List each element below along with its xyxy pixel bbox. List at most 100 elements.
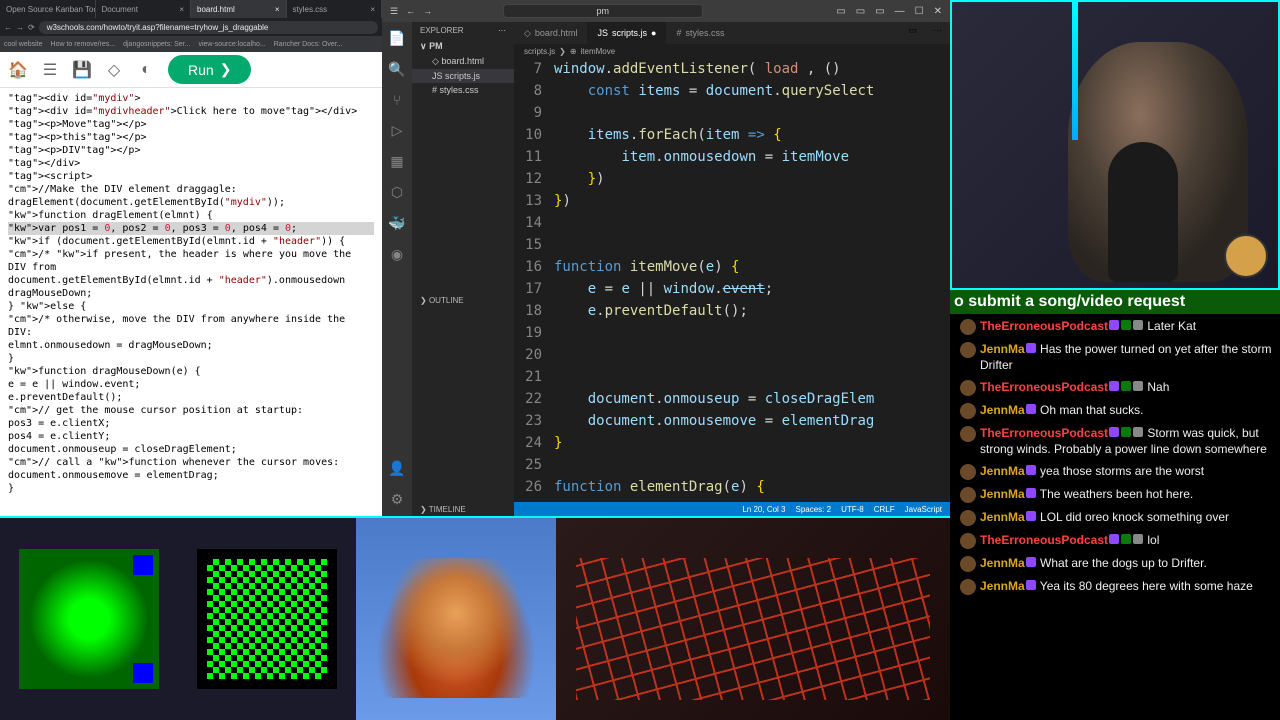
bookmark[interactable]: djangosnippets: Ser... xyxy=(123,41,190,48)
folder-root[interactable]: ∨ PM xyxy=(412,39,514,54)
editor-tab[interactable]: JS scripts.js ● xyxy=(587,22,666,44)
editor-tab[interactable]: # styles.css xyxy=(666,22,734,44)
extensions-icon[interactable]: ▦ xyxy=(390,153,403,170)
command-palette[interactable]: pm xyxy=(503,4,703,18)
layout-icon[interactable]: ▭ xyxy=(875,6,884,17)
avatar-badge xyxy=(1224,234,1268,278)
chat-username[interactable]: JennMa xyxy=(980,487,1025,501)
browser-tab[interactable]: styles.css× xyxy=(287,0,383,18)
remote-icon[interactable]: ⬡ xyxy=(391,184,403,201)
chat-text: Later Kat xyxy=(1144,319,1196,333)
theme-icon[interactable]: ◐ xyxy=(136,60,156,80)
cursor-position[interactable]: Ln 20, Col 3 xyxy=(742,505,785,514)
overlay-bottom xyxy=(0,516,950,720)
explorer-icon[interactable]: 📄 xyxy=(388,30,405,47)
editor-group: ◇ board.html JS scripts.js ● # styles.cs… xyxy=(514,22,950,516)
chat-username[interactable]: JennMa xyxy=(980,510,1025,524)
close-icon[interactable]: × xyxy=(275,5,280,14)
outline-section[interactable]: ❯ OUTLINE xyxy=(412,294,514,307)
back-icon[interactable]: ← xyxy=(4,23,12,32)
url-input[interactable]: w3schools.com/howto/tryit.asp?filename=t… xyxy=(39,21,378,34)
testing-icon[interactable]: ◉ xyxy=(391,246,403,263)
chat-username[interactable]: TheErroneousPodcast xyxy=(980,380,1108,394)
layout-icon[interactable]: ▭ xyxy=(856,6,865,17)
more-icon[interactable]: ⋯ xyxy=(498,26,506,35)
docker-icon[interactable]: 🐳 xyxy=(388,215,405,232)
save-icon[interactable]: 💾 xyxy=(72,60,92,80)
rotate-icon[interactable]: ◇ xyxy=(104,60,124,80)
chat-username[interactable]: JennMa xyxy=(980,464,1025,478)
chat-message: JennMa yea those storms are the worst xyxy=(960,463,1280,480)
code-content[interactable]: window.addEventListener( load , () const… xyxy=(554,58,950,502)
bookmark[interactable]: How to remove/res... xyxy=(51,41,116,48)
chat-message: TheErroneousPodcast Nah xyxy=(960,379,1280,396)
nav-back-icon[interactable]: ← xyxy=(406,6,415,16)
chat-username[interactable]: JennMa xyxy=(980,579,1025,593)
minimize-icon[interactable]: — xyxy=(895,6,905,17)
chat-username[interactable]: JennMa xyxy=(980,556,1025,570)
bookmark[interactable]: cool website xyxy=(4,41,43,48)
menu-icon[interactable]: ☰ xyxy=(40,60,60,80)
account-icon[interactable]: 👤 xyxy=(388,460,405,477)
chat-text: lol xyxy=(1144,533,1159,547)
chat-avatar xyxy=(960,426,976,442)
chat-avatar xyxy=(960,579,976,595)
home-icon[interactable]: 🏠 xyxy=(8,60,28,80)
browser-tab[interactable]: Document× xyxy=(96,0,192,18)
breadcrumb[interactable]: scripts.js ❯ ⊕ itemMove xyxy=(514,44,950,58)
code-editor[interactable]: 7891011121314151617181920212223242526 wi… xyxy=(514,58,950,502)
vscode-menu-icon[interactable]: ☰ xyxy=(390,6,398,17)
split-icon[interactable]: ▭ xyxy=(900,22,925,44)
forward-icon[interactable]: → xyxy=(16,23,24,32)
explorer-heading: EXPLORER⋯ xyxy=(412,22,514,39)
nav-fwd-icon[interactable]: → xyxy=(423,6,432,16)
qr-panel-1 xyxy=(0,518,178,720)
browser-tab[interactable]: Open Source Kanban Too× xyxy=(0,0,96,18)
timeline-section[interactable]: ❯ TIMELINE xyxy=(412,503,514,516)
badge-icon xyxy=(1026,557,1036,567)
maximize-icon[interactable]: ☐ xyxy=(915,6,924,17)
chat-text: yea those storms are the worst xyxy=(1037,464,1204,478)
chat-username[interactable]: TheErroneousPodcast xyxy=(980,426,1108,440)
file-item[interactable]: # styles.css xyxy=(412,83,514,97)
chat-username[interactable]: TheErroneousPodcast xyxy=(980,319,1108,333)
chat-message: TheErroneousPodcast Later Kat xyxy=(960,318,1280,335)
indent-status[interactable]: Spaces: 2 xyxy=(796,505,832,514)
chat-text: Yea its 80 degrees here with some haze xyxy=(1037,579,1253,593)
reload-icon[interactable]: ⟳ xyxy=(28,23,35,32)
chat-username[interactable]: JennMa xyxy=(980,403,1025,417)
bookmark[interactable]: view-source:localho... xyxy=(198,41,265,48)
badge-icon xyxy=(1026,580,1036,590)
chat-username[interactable]: TheErroneousPodcast xyxy=(980,533,1108,547)
encoding-status[interactable]: UTF-8 xyxy=(841,505,864,514)
status-bar: Ln 20, Col 3 Spaces: 2 UTF-8 CRLF JavaSc… xyxy=(514,502,950,516)
chat-text: What are the dogs up to Drifter. xyxy=(1037,556,1207,570)
run-button[interactable]: Run❯ xyxy=(168,55,251,84)
editor-tab[interactable]: ◇ board.html xyxy=(514,22,587,44)
language-mode[interactable]: JavaScript xyxy=(905,505,942,514)
badge-icon xyxy=(1109,320,1119,330)
close-icon[interactable]: × xyxy=(179,5,184,14)
file-item[interactable]: JS scripts.js xyxy=(412,69,514,83)
badge-icon xyxy=(1026,404,1036,414)
keyboard-cam xyxy=(556,518,950,720)
search-icon[interactable]: 🔍 xyxy=(388,61,405,78)
badge-icon xyxy=(1121,381,1131,391)
browser-tab[interactable]: board.html× xyxy=(191,0,287,18)
chat-avatar xyxy=(960,319,976,335)
chat-username[interactable]: JennMa xyxy=(980,342,1025,356)
w3-code-editor[interactable]: "tag"><div id="mydiv"> "tag"><div id="my… xyxy=(0,88,382,516)
git-icon[interactable]: ⑂ xyxy=(393,92,401,108)
close-icon[interactable]: × xyxy=(370,5,375,14)
bookmark[interactable]: Rancher Docs: Over... xyxy=(274,41,343,48)
eol-status[interactable]: CRLF xyxy=(874,505,895,514)
layout-icon[interactable]: ▭ xyxy=(836,6,845,17)
chat-message: JennMa LOL did oreo knock something over xyxy=(960,509,1280,526)
editor-tabs: ◇ board.html JS scripts.js ● # styles.cs… xyxy=(514,22,950,44)
close-icon[interactable]: ✕ xyxy=(934,6,942,17)
file-item[interactable]: ◇ board.html xyxy=(412,54,514,69)
debug-icon[interactable]: ▷ xyxy=(392,122,403,139)
more-icon[interactable]: ⋯ xyxy=(925,22,950,44)
chat-message: JennMa What are the dogs up to Drifter. xyxy=(960,555,1280,572)
gear-icon[interactable]: ⚙ xyxy=(391,491,404,508)
